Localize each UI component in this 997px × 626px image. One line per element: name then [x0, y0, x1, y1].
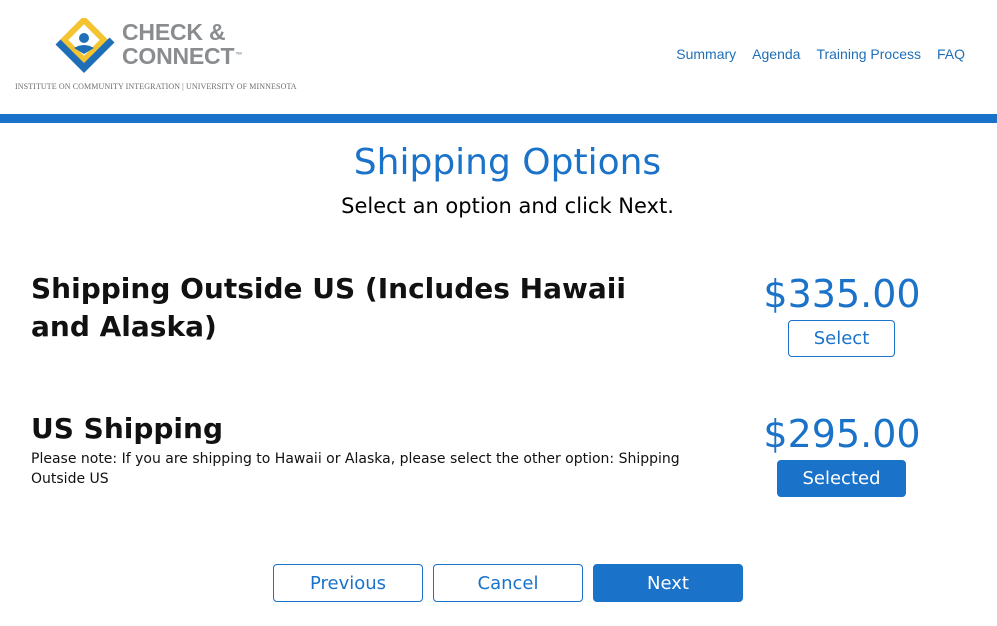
option-outside-us-price: $335.00: [763, 272, 921, 316]
previous-button[interactable]: Previous: [273, 564, 423, 602]
header-divider-bar: [0, 114, 997, 123]
nav-agenda-link[interactable]: Agenda: [752, 46, 800, 62]
top-nav: Summary Agenda Training Process FAQ: [676, 46, 965, 62]
next-button[interactable]: Next: [593, 564, 743, 602]
option-us-shipping-price: $295.00: [763, 412, 921, 456]
option-us-shipping-title: US Shipping: [31, 412, 224, 445]
nav-faq-link[interactable]: FAQ: [937, 46, 965, 62]
site-header: CHECK & CONNECT™ INSTITUTE ON COMMUNITY …: [0, 0, 997, 114]
page-title: Shipping Options: [353, 142, 662, 183]
option-us-shipping-selected-button[interactable]: Selected: [777, 460, 906, 497]
cancel-button[interactable]: Cancel: [433, 564, 583, 602]
logo-wordmark: CHECK & CONNECT™: [122, 19, 243, 69]
page-subtitle: Select an option and click Next.: [341, 194, 674, 218]
logo-subline: INSTITUTE ON COMMUNITY INTEGRATION | UNI…: [15, 82, 297, 91]
nav-summary-link[interactable]: Summary: [676, 46, 736, 62]
nav-training-process-link[interactable]: Training Process: [816, 46, 921, 62]
logo-mark-icon: [55, 18, 115, 73]
option-outside-us-title: Shipping Outside US (Includes Hawaii and…: [31, 272, 626, 343]
check-and-connect-logo[interactable]: CHECK & CONNECT™ INSTITUTE ON COMMUNITY …: [14, 16, 297, 96]
option-outside-us-select-button[interactable]: Select: [788, 320, 895, 357]
option-us-shipping-note: Please note: If you are shipping to Hawa…: [31, 451, 680, 487]
